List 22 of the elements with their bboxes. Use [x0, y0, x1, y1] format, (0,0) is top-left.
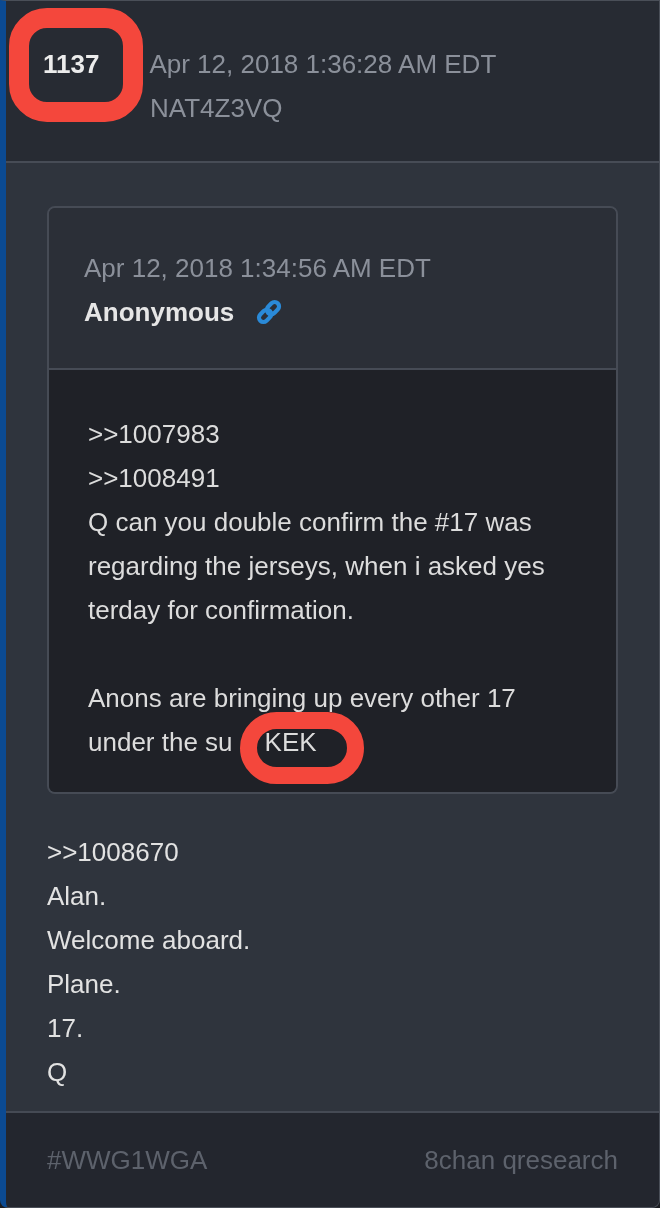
message-text: Q: [47, 1057, 68, 1087]
message-text: Q can you double confirm the #17 was: [88, 506, 532, 539]
author-name: Anonymous: [84, 296, 235, 329]
message-text: >>1007983: [88, 418, 220, 451]
user-id: NAT4Z3VQ: [150, 92, 283, 125]
message-text: Anons are bringing up every other 17: [88, 682, 516, 715]
message-text: Welcome aboard.: [47, 925, 251, 955]
hashtag-text: #WWG1WGA: [47, 1144, 208, 1177]
message-text: >>1008491: [88, 462, 220, 495]
message-text: >>1008670: [47, 837, 179, 867]
message-text: regarding the jerseys, when i asked yes: [88, 550, 545, 583]
post-number: 1137: [43, 49, 100, 79]
message-text: terday for confirmation.: [88, 594, 354, 627]
quoted-timestamp: Apr 12, 2018 1:34:56 AM EDT: [84, 253, 431, 283]
link-icon[interactable]: [256, 299, 283, 325]
post-timestamp: Apr 12, 2018 1:36:28 AM EDT: [149, 48, 497, 81]
source-text: 8chan qresearch: [424, 1144, 618, 1177]
message-text: 17.: [47, 1013, 84, 1043]
message-text: under the su: [88, 726, 233, 759]
message-text: KEK: [264, 727, 317, 757]
message-text: Alan.: [47, 881, 107, 911]
message-text: Plane.: [47, 969, 121, 999]
